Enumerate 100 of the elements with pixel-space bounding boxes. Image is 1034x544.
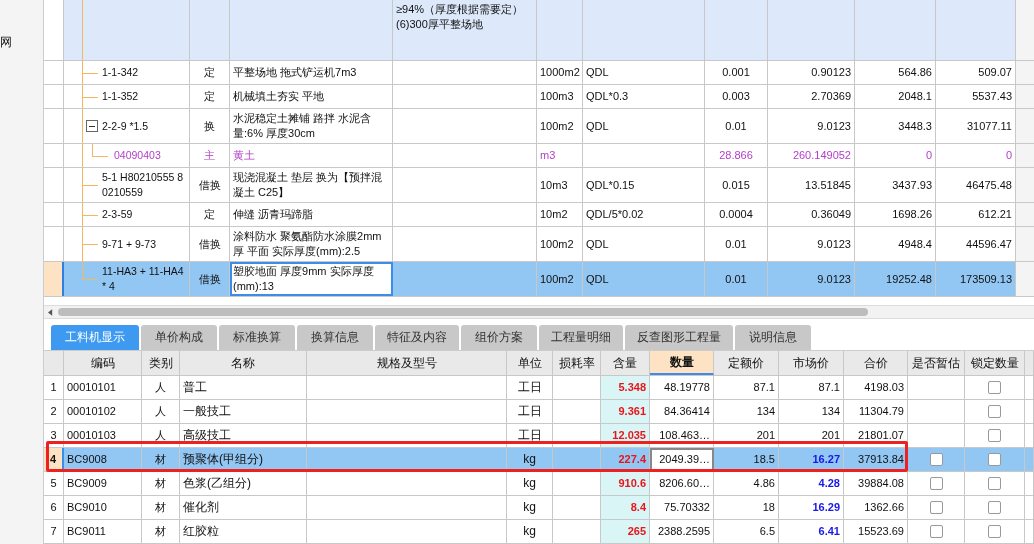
table-cell: 0.01 [725,236,747,252]
scrollbar[interactable] [44,305,1034,319]
tab[interactable]: 工程量明细 [539,325,623,350]
tab[interactable]: 说明信息 [735,325,811,350]
resource-row[interactable]: 5 BC9009 材 色浆(乙组分) kg 910.6 8206.60… 4.86 4.28 39884.08 [44,472,1034,496]
column-header[interactable]: 类别 [148,356,173,370]
table-cell: 28.866 [719,148,753,163]
table-cell-text: 涂料防水 聚氨酯防水涂膜2mm厚 平面 实际厚度(mm):2.5 [233,229,383,259]
tab[interactable]: 组价方案 [461,325,537,350]
column-header[interactable]: 损耗率 [558,356,595,370]
table-cell: 催化剂 [183,501,219,514]
quota-row[interactable]: 5-1 H80210555 80210559 借换 现浇混凝土 垫层 换为【预拌混凝土 C25】 10m3 QDL*0.15 0.015 13.51845 3437.93 46475.48 [44,168,1034,203]
table-cell: 0.36049 [811,207,851,222]
table-cell: 6.41 [818,525,840,538]
column-header[interactable]: 市场价 [793,356,829,370]
quota-row[interactable]: 2-3-59 定 伸缝 沥青玛蹄脂 10m2 QDL/5*0.02 0.0004 0.36049 1698.26 612.21 [44,203,1034,227]
table-cell: 材 [155,453,166,466]
column-header[interactable]: 单位 [517,356,542,370]
row-number: 7 [50,525,57,538]
column-header[interactable]: 名称 [231,356,255,370]
table-cell: QDL*0.15 [586,177,635,193]
table-cell: 0 [1005,148,1012,163]
column-header[interactable]: 定额价 [728,356,764,370]
table-cell: 612.21 [978,207,1012,222]
quota-row[interactable]: 11-HA3 + 11-HA4 * 4 借换 塑胶地面 厚度9mm 实际厚度(mm):13 100m2 QDL 0.01 9.0123 19252.48 173509.13 [44,262,1034,297]
resource-row[interactable]: 2 00010102 人 一般技工 工日 9.361 84.36414 134 134 11304.79 [44,400,1034,424]
checkbox[interactable] [929,525,943,538]
scroll-left-icon[interactable] [48,308,53,316]
quota-row[interactable]: 04090403 主 黄土 m3 28.866 260.149052 0 0 [44,144,1034,168]
column-header[interactable]: 是否暂估 [912,356,960,370]
table-cell: 黄土 [233,148,255,163]
checkbox[interactable] [988,525,1001,538]
table-cell: 10m2 [540,207,568,222]
table-cell: 12.035 [612,429,646,442]
checkbox[interactable] [988,381,1001,394]
column-header[interactable]: 合价 [863,356,888,370]
resource-row[interactable]: 1 00010101 人 普工 工日 5.348 48.19778 87.1 87.1 4198.03 [44,376,1034,400]
tab[interactable]: 标准换算 [219,325,295,350]
tab[interactable]: 换算信息 [297,325,373,350]
column-header[interactable]: 规格及型号 [376,356,437,370]
quota-row[interactable]: ≥94%（厚度根据需要定） (6)300厚平整场地 [44,0,1034,61]
table-cell: 2049.39… [659,453,710,466]
table-cell: 3437.93 [892,177,932,193]
table-cell: 0.003 [722,89,750,104]
table-cell: QDL [586,65,609,80]
table-cell: 3448.3 [898,118,932,134]
table-cell: 4.86 [753,477,775,490]
quota-row[interactable]: 2-2-9 *1.5 换 水泥稳定土摊铺 路拌 水泥含量:6% 厚度30cm 100m2 QDL 0.01 9.0123 3448.3 31077.11 [44,109,1034,144]
table-cell: m3 [540,148,556,163]
tab[interactable]: 单价构成 [141,325,217,350]
table-cell: kg [523,525,536,538]
tab[interactable]: 特征及内容 [375,325,459,350]
table-cell: 借换 [198,236,221,252]
table-cell: 1-1-352 [102,89,139,104]
table-cell: 0.90123 [811,65,851,80]
table-cell: 1362.66 [864,501,904,514]
quota-row[interactable]: 1-1-342 定 平整场地 拖式铲运机7m3 1000m2 QDL 0.001 0.90123 564.86 509.07 [44,61,1034,85]
table-cell: 227.4 [618,453,646,466]
checkbox[interactable] [929,453,943,466]
feature-text: (6)300厚平整场地 [396,17,483,32]
table-cell: 87.1 [818,381,840,394]
table-cell: 564.86 [898,65,932,80]
resource-row[interactable]: 7 BC9011 材 红胶粒 kg 265 2388.2595 6.5 6.41 15523.69 [44,520,1034,544]
table-cell: BC9009 [67,477,107,490]
table-cell: 46475.48 [966,177,1012,193]
column-header[interactable]: 编码 [90,356,115,370]
column-header[interactable]: 含量 [613,356,637,370]
table-cell: 201 [756,429,775,442]
table-cell: 借换 [198,177,221,193]
row-number: 2 [50,405,57,418]
scrollbar-thumb[interactable] [58,308,868,316]
checkbox[interactable] [988,429,1001,442]
table-cell: 定 [204,207,215,222]
table-cell: 21801.07 [858,429,904,442]
checkbox[interactable] [988,453,1001,466]
table-cell: 5537.43 [972,89,1012,104]
quota-row[interactable]: 1-1-352 定 机械填土夯实 平地 100m3 QDL*0.3 0.003 2.70369 2048.1 5537.43 [44,85,1034,109]
checkbox[interactable] [929,501,943,514]
resource-row[interactable]: 6 BC9010 材 催化剂 kg 8.4 75.70332 18 16.29 1362.66 [44,496,1034,520]
table-cell-text: 塑胶地面 厚度9mm 实际厚度(mm):13 [233,264,375,294]
table-cell: 工日 [517,429,542,442]
table-cell: 2-3-59 [102,207,133,222]
table-cell: 00010101 [67,381,116,394]
table-cell: kg [523,501,536,514]
checkbox[interactable] [988,501,1001,514]
table-cell: 2-2-9 *1.5 [102,118,149,134]
table-cell: 04090403 [114,148,161,163]
column-header[interactable]: 锁定数量 [970,356,1019,370]
checkbox[interactable] [929,477,943,490]
table-cell: 201 [821,429,840,442]
checkbox[interactable] [988,405,1001,418]
resource-row[interactable]: 4 BC9008 材 预聚体(甲组分) kg 227.4 2049.39… 18.5 16.27 37913.84 [44,448,1034,472]
table-cell: BC9008 [67,453,107,466]
table-cell: 100m2 [540,271,574,287]
table-cell: 11304.79 [858,405,904,418]
tab[interactable]: 反查图形工程量 [625,325,733,350]
collapse-icon[interactable] [86,120,98,132]
table-cell: 0.015 [722,177,750,193]
checkbox[interactable] [988,477,1001,490]
table-cell: 定 [204,89,215,104]
